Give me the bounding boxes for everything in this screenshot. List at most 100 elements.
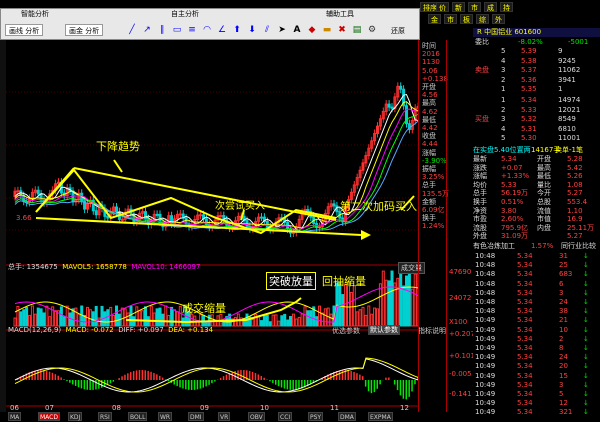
indicator-tab-dma[interactable]: DMA — [338, 412, 356, 421]
macd-params: MACD(12,26,9) — [8, 326, 61, 334]
volume-bar — [69, 313, 71, 326]
trade-row: 10:495.34321↓ — [473, 408, 600, 417]
volume-bar — [179, 306, 181, 326]
volume-bar — [301, 314, 303, 326]
volume-bar — [350, 292, 352, 326]
nav-button-5[interactable]: 持 — [500, 2, 513, 12]
text-tool-icon[interactable]: A — [291, 24, 303, 36]
delete-icon[interactable]: ✖ — [336, 24, 348, 36]
indicator-tab-rsi[interactable]: RSI — [98, 412, 112, 421]
restore-button[interactable]: 还原 — [391, 27, 405, 36]
downtrend-annotation: 下降趋势 — [96, 138, 140, 154]
macd-bar — [81, 380, 83, 388]
tab-smart-analysis[interactable]: 智能分析 — [21, 10, 49, 19]
volume-bar — [374, 308, 376, 326]
macd-bar — [356, 373, 358, 380]
indicator-tab-wr[interactable]: WR — [158, 412, 172, 421]
channel-icon[interactable]: ⫽ — [261, 24, 273, 36]
candle — [37, 190, 39, 194]
indicator-tab-dmi[interactable]: DMI — [188, 412, 204, 421]
default-params-tab[interactable]: 默认参数 — [368, 325, 400, 335]
nav-button-9[interactable]: 综 — [476, 14, 489, 24]
macd-bar — [350, 371, 352, 380]
arrow-down-icon[interactable]: ⬇ — [246, 24, 258, 36]
rect-icon[interactable]: ▭ — [171, 24, 183, 36]
macd-bar — [278, 380, 280, 386]
volume-bar — [379, 284, 381, 326]
highlight-icon[interactable]: ▬ — [321, 24, 333, 36]
nav-button-3[interactable]: 市 — [468, 2, 481, 12]
bar-info-row: 1130 — [422, 58, 440, 66]
volume-shrink-annotation: 成交缩量 — [182, 300, 226, 316]
draw-line-analysis-button[interactable]: 画线 分析 — [5, 24, 43, 36]
volume-bar — [278, 321, 280, 326]
volume-bar — [66, 306, 68, 326]
nav-button-7[interactable]: 市 — [444, 14, 457, 24]
cursor-icon[interactable]: ➤ — [276, 24, 288, 36]
macd-bar — [290, 380, 292, 390]
trade-row: 10:485.3438↓ — [473, 307, 600, 316]
indicator-tab-expma[interactable]: EXPMA — [368, 412, 393, 421]
volume-bar — [359, 310, 361, 326]
kline-chart-area[interactable] — [6, 40, 418, 412]
indicator-dropdown[interactable]: 成交量 — [398, 262, 425, 274]
tab-custom-analysis[interactable]: 自主分析 — [171, 10, 199, 19]
angle-icon[interactable]: ∠ — [216, 24, 228, 36]
trade-row: 10:495.3415↓ — [473, 372, 600, 381]
volume-bar — [403, 286, 405, 326]
fibonacci-icon[interactable]: ≡ — [186, 24, 198, 36]
arrow-up-icon[interactable]: ⬆ — [231, 24, 243, 36]
nav-button-4[interactable]: 成 — [484, 2, 497, 12]
bar-info-row: 135.5万 — [422, 190, 449, 198]
volume-bar — [342, 295, 344, 326]
trade-row: 10:485.3425↓ — [473, 261, 600, 270]
volume-bar — [290, 317, 292, 326]
indicator-tab-kdj[interactable]: KDJ — [68, 412, 82, 421]
color-picker-icon[interactable]: ◆ — [306, 24, 318, 36]
indicator-tab-vr[interactable]: VR — [218, 412, 230, 421]
nav-button-2[interactable]: 新 — [452, 2, 465, 12]
volume-bar — [23, 310, 25, 326]
nav-button-8[interactable]: 板 — [460, 14, 473, 24]
macd-bar — [197, 380, 199, 389]
buy-level-row: 15.3414974 — [473, 96, 600, 105]
macd-bar — [49, 372, 51, 380]
tab-assist-tools[interactable]: 辅助工具 — [326, 10, 354, 19]
nav-button-6[interactable]: 金 — [428, 14, 441, 24]
macd-bar — [359, 375, 361, 380]
macd-bar — [194, 380, 196, 390]
macd-bar — [348, 370, 350, 380]
lock-icon[interactable]: ▤ — [351, 24, 363, 36]
settings-icon[interactable]: ⚙ — [366, 24, 378, 36]
stock-title[interactable]: R 中国铝业 601600 — [473, 28, 600, 37]
indicator-tab-macd[interactable]: MACD — [38, 412, 60, 421]
candle — [17, 191, 19, 192]
bar-info-row: 时间 — [422, 42, 436, 50]
candle — [200, 215, 202, 216]
parallel-line-icon[interactable]: ∥ — [156, 24, 168, 36]
volume-bar — [171, 307, 173, 326]
volume-bar — [20, 312, 22, 326]
volume-bar — [298, 317, 300, 326]
indicator-help-tab[interactable]: 指标说明 — [418, 326, 446, 336]
indicator-tab-boll[interactable]: BOLL — [128, 412, 147, 421]
nav-button-1[interactable]: 价 — [436, 2, 449, 12]
macd-bar — [46, 371, 48, 380]
indicator-tab-ma[interactable]: MA — [8, 412, 21, 421]
ray-line-icon[interactable]: ↗ — [141, 24, 153, 36]
indicator-tab-psy[interactable]: PSY — [308, 412, 323, 421]
nav-button-10[interactable]: 外 — [492, 14, 505, 24]
optimal-params-tab[interactable]: 优选参数 — [332, 326, 360, 336]
indicator-tab-obv[interactable]: OBV — [248, 412, 265, 421]
buy-level-row: 25.3312021 — [473, 106, 600, 115]
macd-bar — [110, 380, 112, 383]
macd-bar — [211, 380, 213, 383]
cycle-icon[interactable]: ◠ — [201, 24, 213, 36]
drawing-tools-window[interactable]: 智能分析 自主分析 辅助工具 画线 分析 画金 分析 ╱ ↗ ∥ ▭ ≡ ◠ ∠… — [0, 8, 420, 40]
indicator-tab-cci[interactable]: CCI — [278, 412, 292, 421]
volume-bar — [49, 317, 51, 326]
draw-gold-analysis-button[interactable]: 画金 分析 — [65, 24, 103, 36]
macd-bar — [255, 373, 257, 380]
trend-line-icon[interactable]: ╱ — [126, 24, 138, 36]
volume-bar — [362, 307, 364, 326]
